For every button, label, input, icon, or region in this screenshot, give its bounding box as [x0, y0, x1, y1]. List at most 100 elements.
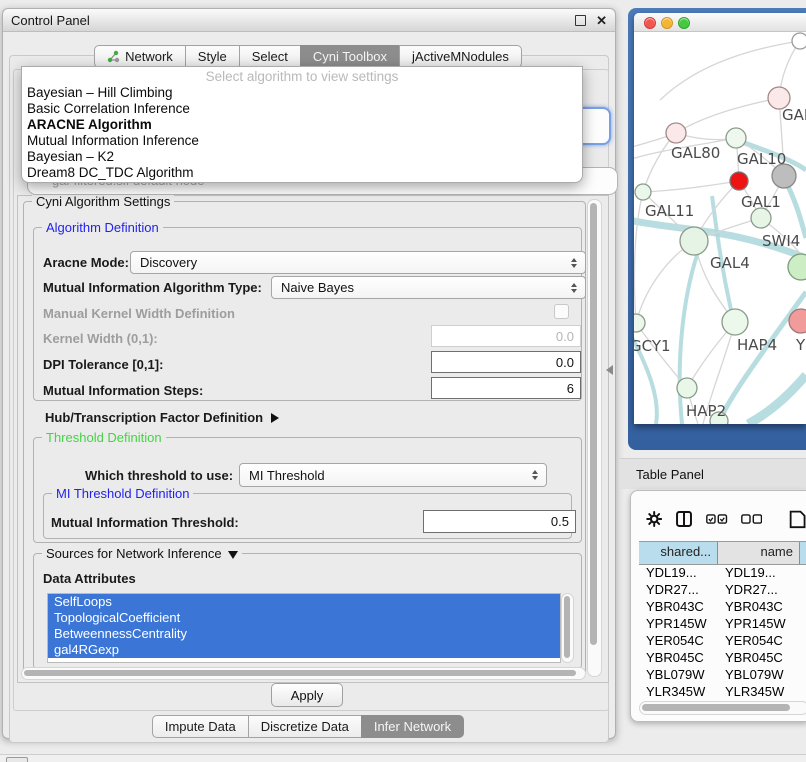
zoom-traffic-light-icon[interactable] [678, 17, 690, 29]
sources-title[interactable]: Sources for Network Inference [42, 546, 242, 561]
minimized-panel-icon[interactable] [6, 757, 28, 762]
cyni-algorithm-settings-title: Cyni Algorithm Settings [32, 194, 174, 209]
table-row[interactable]: YBR045CYBR045C9. [639, 649, 806, 666]
table-horizontal-scrollbar[interactable] [639, 701, 806, 715]
network-node-GAL11[interactable] [635, 184, 651, 200]
network-node-GAL1[interactable] [751, 208, 771, 228]
network-node-HAP2[interactable] [677, 378, 697, 398]
algorithm-option[interactable]: Mutual Information Inference [22, 133, 582, 149]
tab-infer-network[interactable]: Infer Network [361, 715, 464, 738]
attributes-list-scrollbar[interactable] [561, 593, 574, 663]
table-cell: YBL079W [718, 666, 800, 683]
network-node-top-partial[interactable] [792, 33, 806, 49]
tab-discretize-data[interactable]: Discretize Data [248, 715, 362, 738]
aracne-mode-label: Aracne Mode: [43, 255, 129, 270]
network-node-red-node[interactable] [730, 172, 748, 190]
table-cell: YLR345W [639, 683, 718, 700]
network-node-GAL80[interactable] [666, 123, 686, 143]
table-row[interactable]: YBL079WYBL079W [639, 666, 806, 683]
mi-threshold-definition-title: MI Threshold Definition [52, 486, 193, 501]
algorithm-option[interactable]: ARACNE Algorithm [22, 117, 582, 133]
mi-threshold-field[interactable]: 0.5 [423, 510, 576, 533]
tab-cyni-toolbox[interactable]: Cyni Toolbox [300, 45, 400, 68]
settings-horizontal-scrollbar[interactable] [21, 667, 586, 680]
attribute-list-item[interactable]: SelfLoops [48, 594, 560, 610]
mi-steps-field[interactable]: 6 [431, 377, 581, 399]
tab-select[interactable]: Select [239, 45, 301, 68]
aracne-mode-combo[interactable]: Discovery [130, 251, 586, 274]
table-body[interactable]: YDL19...YDL19...13YDR27...YDR27...12YBR0… [639, 564, 806, 701]
split-columns-icon[interactable] [675, 508, 693, 530]
node-label: GAL [782, 106, 806, 124]
tab-impute-data[interactable]: Impute Data [152, 715, 249, 738]
network-graph[interactable]: GALGAL80GAL10GAL1GAL11SWI4GAL4GCY1HAP4YH… [634, 31, 806, 424]
dpi-tolerance-field[interactable]: 0.0 [431, 351, 581, 373]
column-header-shared[interactable]: shared... [639, 542, 718, 564]
tab-label: Cyni Toolbox [313, 49, 387, 64]
control-panel-titlebar[interactable]: Control Panel ✕ [3, 9, 615, 32]
network-canvas[interactable]: GALGAL80GAL10GAL1GAL11SWI4GAL4GCY1HAP4YH… [634, 31, 806, 424]
deselect-all-unchecked-icon[interactable] [741, 512, 762, 526]
table-cell: YBL079W [639, 666, 718, 683]
network-node-GAL10[interactable] [726, 128, 746, 148]
close-traffic-light-icon[interactable] [644, 17, 656, 29]
select-all-checked-icon[interactable] [706, 512, 727, 526]
network-node-HAP4[interactable] [722, 309, 748, 335]
table-cell [800, 666, 806, 683]
network-node-GAL4[interactable] [680, 227, 708, 255]
table-cell: YBR045C [639, 649, 718, 666]
mi-threshold-label: Mutual Information Threshold: [51, 515, 239, 530]
panel-divider-arrow-icon[interactable] [606, 365, 613, 375]
table-row[interactable]: YPR145WYPR145W9. [639, 615, 806, 632]
tab-jactivemnodules[interactable]: jActiveMNodules [399, 45, 522, 68]
data-attributes-list[interactable]: SelfLoopsTopologicalCoefficientBetweenne… [47, 593, 561, 663]
table-row[interactable]: YBR043CYBR043C [639, 598, 806, 615]
algorithm-option[interactable]: Dream8 DC_TDC Algorithm [22, 165, 582, 181]
table-cell: YPR145W [639, 615, 718, 632]
node-label: HAP2 [686, 402, 726, 420]
algorithm-option[interactable]: Bayesian – K2 [22, 149, 582, 165]
tab-style[interactable]: Style [185, 45, 240, 68]
network-node-SWI4[interactable] [788, 254, 806, 280]
minimize-traffic-light-icon[interactable] [661, 17, 673, 29]
attribute-list-item[interactable]: gal4RGexp [48, 642, 560, 658]
mi-type-value: Naive Bayes [281, 280, 566, 295]
hub-definition-expander[interactable]: Hub/Transcription Factor Definition [45, 410, 279, 425]
network-window-titlebar[interactable] [634, 13, 806, 32]
apply-button[interactable]: Apply [271, 683, 343, 707]
bottom-status-strip [0, 754, 806, 762]
gear-icon[interactable] [646, 509, 662, 529]
table-toolbar [631, 503, 806, 535]
dropdown-prompt: Select algorithm to view settings [22, 69, 582, 85]
network-node-GCY1[interactable] [634, 314, 645, 332]
column-header-cut[interactable] [800, 542, 806, 564]
close-icon[interactable]: ✕ [596, 16, 607, 25]
algorithm-option[interactable]: Basic Correlation Inference [22, 101, 582, 117]
document-partial-icon[interactable] [789, 507, 806, 531]
table-row[interactable]: YDL19...YDL19...13 [639, 564, 806, 581]
which-threshold-combo[interactable]: MI Threshold [239, 463, 547, 487]
table-row[interactable]: YDR27...YDR27...12 [639, 581, 806, 598]
tab-network[interactable]: Network [94, 45, 186, 68]
kernel-width-value: 0.0 [556, 329, 574, 344]
attribute-list-item[interactable]: BetweennessCentrality [48, 626, 560, 642]
top-tab-bar: Network Style Select Cyni Toolbox jActiv… [9, 45, 607, 68]
column-header-name[interactable]: name [718, 542, 800, 564]
attribute-list-item[interactable]: TopologicalCoefficient [48, 610, 560, 626]
float-window-icon[interactable] [575, 15, 586, 26]
threshold-definition-title: Threshold Definition [42, 430, 166, 445]
table-row[interactable]: YER054CYER054C8. [639, 632, 806, 649]
kernel-width-field[interactable]: 0.0 [431, 325, 581, 347]
table-cell: 12 [800, 581, 806, 598]
network-edge [748, 375, 806, 424]
settings-vertical-scrollbar[interactable] [587, 199, 602, 677]
algorithm-option[interactable]: Bayesian – Hill Climbing [22, 85, 582, 101]
algorithm-dropdown-popup: Select algorithm to view settings Bayesi… [21, 66, 583, 183]
control-panel-window: Control Panel ✕ Network Style Select Cyn [2, 8, 616, 739]
tab-label: Impute Data [165, 719, 236, 734]
mi-type-combo[interactable]: Naive Bayes [271, 276, 586, 299]
table-cell: 9. [800, 683, 806, 700]
table-row[interactable]: YLR345WYLR345W9. [639, 683, 806, 700]
manual-kernel-checkbox[interactable] [554, 304, 569, 319]
network-node-Y-cut[interactable] [789, 309, 806, 333]
